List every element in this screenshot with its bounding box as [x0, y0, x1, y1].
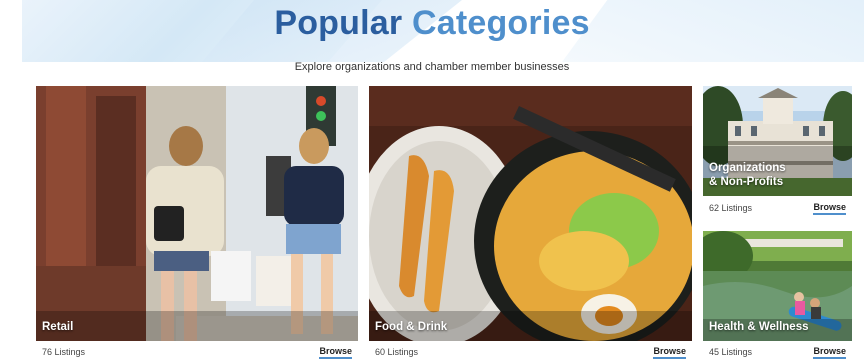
- category-footer: 76 Listings Browse: [36, 344, 358, 360]
- category-card-retail[interactable]: Retail 76 Listings Browse: [36, 86, 358, 361]
- category-name-line2: & Non-Profits: [709, 176, 784, 188]
- category-card-food-drink[interactable]: Food & Drink 60 Listings Browse: [369, 86, 692, 361]
- title-word-categories: Categories: [411, 4, 590, 42]
- category-footer: 62 Listings Browse: [703, 200, 852, 216]
- category-footer: 45 Listings Browse: [703, 344, 852, 360]
- category-name: Food & Drink: [375, 321, 448, 333]
- category-footer: 60 Listings Browse: [369, 344, 692, 360]
- browse-link-health-wellness[interactable]: Browse: [813, 346, 846, 359]
- listing-count: 62 Listings: [709, 203, 753, 213]
- food-drink-photo[interactable]: [369, 86, 692, 341]
- listing-count: 76 Listings: [42, 347, 86, 357]
- category-name-line1: Organizations: [709, 162, 786, 174]
- title-word-popular: Popular: [274, 4, 403, 42]
- category-name: Health & Wellness: [709, 321, 809, 333]
- page-subtitle: Explore organizations and chamber member…: [294, 61, 570, 73]
- category-card-organizations[interactable]: Organizations & Non-Profits 62 Listings …: [703, 86, 852, 220]
- category-name: Retail: [42, 321, 74, 333]
- browse-link-organizations[interactable]: Browse: [813, 202, 846, 215]
- browse-link-food-drink[interactable]: Browse: [653, 346, 686, 359]
- category-name: Organizations & Non-Profits: [709, 161, 786, 189]
- listing-count: 60 Listings: [375, 347, 419, 357]
- browse-link-retail[interactable]: Browse: [319, 346, 352, 359]
- category-card-health-wellness[interactable]: Health & Wellness 45 Listings Browse: [703, 231, 852, 361]
- page-title: Popular Categories: [0, 4, 864, 43]
- listing-count: 45 Listings: [709, 347, 753, 357]
- retail-photo[interactable]: [36, 86, 358, 341]
